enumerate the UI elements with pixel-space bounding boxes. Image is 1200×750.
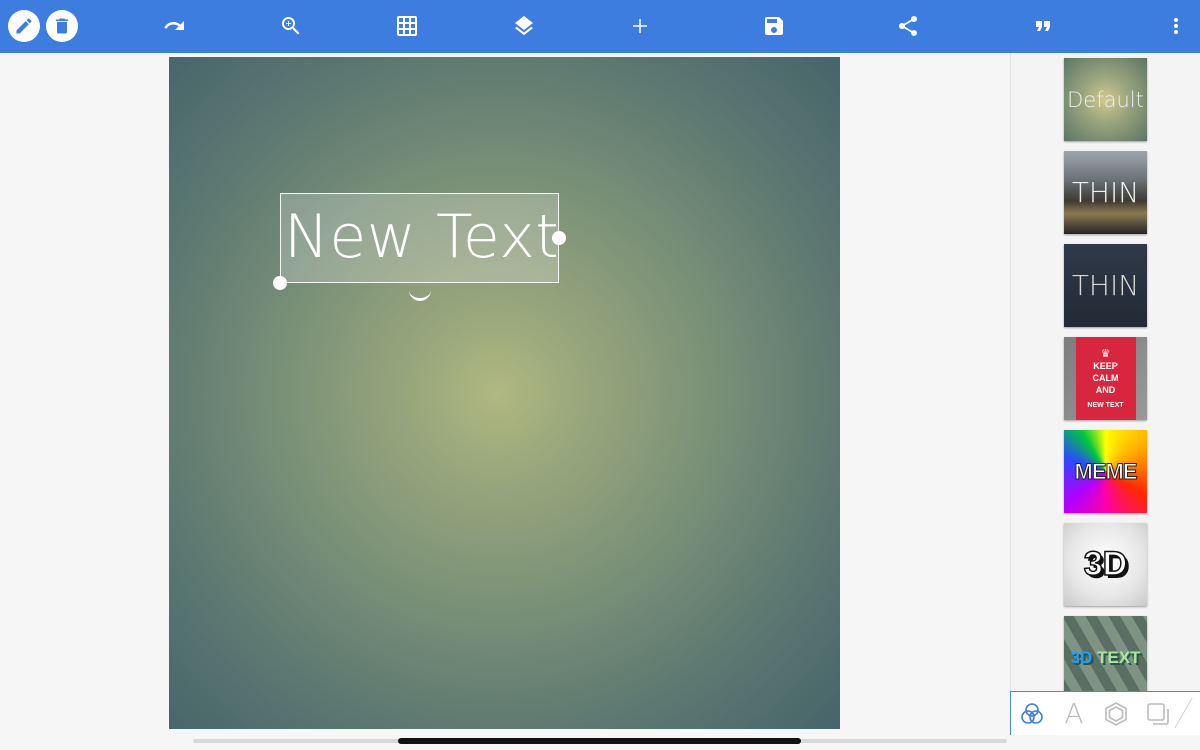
pencil-icon [16, 18, 32, 34]
preset-3d-text[interactable]: 3D TEXT [1064, 616, 1147, 691]
preset-keep-calm[interactable]: ♛ KEEP CALM AND NEW TEXT [1064, 337, 1147, 420]
add-button[interactable] [622, 8, 658, 44]
preset-label: THIN [1071, 269, 1140, 302]
preset-3d[interactable]: 3D [1064, 523, 1147, 606]
preset-thin-bokeh[interactable]: THIN [1064, 151, 1147, 234]
color-circles-icon [1021, 703, 1043, 724]
preset-thin-dark[interactable]: THIN [1064, 244, 1147, 327]
share-button[interactable] [890, 8, 926, 44]
crown-icon: ♛ [1100, 347, 1111, 360]
share-icon [899, 15, 918, 36]
preset-sublabel: NEW TEXT [1087, 402, 1124, 409]
layers-icon [515, 16, 533, 36]
tab-shadow[interactable] [1144, 700, 1172, 728]
preset-label: MEME [1074, 458, 1138, 484]
zoom-in-button[interactable] [273, 8, 309, 44]
preset-label: 3D [1083, 544, 1128, 584]
preset-label: 3D TEXT [1071, 648, 1141, 668]
top-toolbar [0, 0, 1200, 53]
preset-label-line: CALM [1092, 373, 1119, 383]
bottom-bar [0, 735, 1200, 750]
preset-label-line: KEEP [1093, 361, 1118, 371]
tab-overflow-edge [1174, 698, 1200, 728]
resize-handle-bottom-left[interactable] [273, 276, 287, 290]
delete-button[interactable] [46, 10, 78, 42]
save-icon [765, 17, 783, 35]
undo-icon [164, 21, 184, 30]
text-layer-box[interactable]: New Text [280, 193, 559, 283]
tab-stroke[interactable] [1102, 700, 1130, 728]
tab-color[interactable] [1018, 700, 1046, 728]
layers-button[interactable] [506, 8, 542, 44]
style-presets-panel: Default THIN THIN ♛ KEEP CALM AND NEW TE… [1010, 53, 1200, 691]
panel-tab-bar: A [1010, 691, 1200, 735]
preset-label-part: 3D [1070, 647, 1093, 667]
trash-icon [56, 18, 68, 34]
preset-default[interactable]: Default [1064, 58, 1147, 141]
preset-meme[interactable]: MEME [1064, 430, 1147, 513]
workspace: New Text [0, 53, 1010, 750]
keep-calm-poster: ♛ KEEP CALM AND NEW TEXT [1075, 337, 1136, 420]
quote-icon [1036, 21, 1050, 31]
font-icon: A [1064, 697, 1084, 730]
more-vert-icon [1174, 18, 1178, 34]
preset-label-part: TEXT [1092, 647, 1141, 667]
more-options-button[interactable] [1158, 8, 1194, 44]
resize-handle-right[interactable] [552, 231, 566, 245]
text-layer-content: New Text [284, 202, 560, 272]
tab-font[interactable]: A [1060, 700, 1088, 728]
shadow-squares-icon [1147, 703, 1169, 725]
save-button[interactable] [756, 8, 792, 44]
quote-button[interactable] [1025, 8, 1061, 44]
add-icon [633, 19, 647, 33]
preset-label: THIN [1071, 176, 1140, 209]
design-canvas[interactable]: New Text [169, 57, 840, 729]
rotate-handle[interactable] [409, 289, 431, 301]
zoom-in-icon [282, 17, 300, 35]
home-indicator[interactable] [398, 738, 801, 744]
undo-button[interactable] [156, 8, 192, 44]
stroke-hexagon-icon [1105, 702, 1127, 726]
preset-label-line: AND [1095, 385, 1116, 395]
edit-button[interactable] [8, 10, 40, 42]
preset-label: Default [1067, 87, 1144, 112]
grid-icon [397, 16, 417, 36]
grid-button[interactable] [389, 8, 425, 44]
